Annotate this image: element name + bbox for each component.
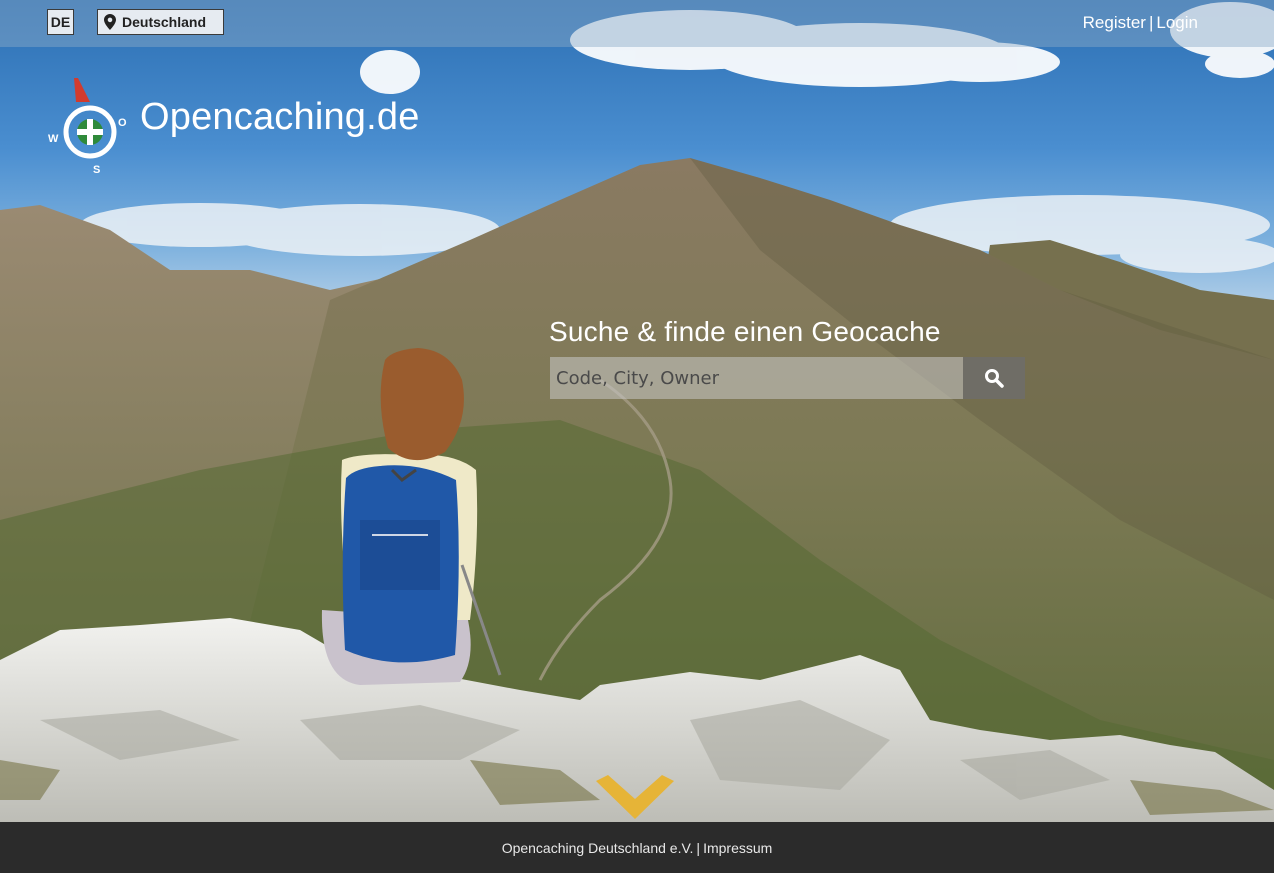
country-label: Deutschland bbox=[122, 14, 207, 30]
login-link[interactable]: Login bbox=[1156, 13, 1198, 32]
search-button[interactable] bbox=[963, 357, 1025, 399]
compass-east-letter: O bbox=[118, 117, 127, 129]
language-label: DE bbox=[50, 14, 71, 30]
top-bar: DE Deutschland Register | Login bbox=[0, 0, 1274, 47]
logo-text: Opencaching.de bbox=[140, 95, 420, 138]
search-icon bbox=[985, 369, 1004, 388]
footer: Opencaching Deutschland e.V. | Impressum bbox=[0, 822, 1274, 873]
footer-org-link[interactable]: Opencaching Deutschland e.V. bbox=[502, 840, 694, 856]
footer-imprint-link[interactable]: Impressum bbox=[703, 840, 772, 856]
country-selector-button[interactable]: Deutschland bbox=[97, 9, 224, 35]
auth-links: Register | Login bbox=[1083, 13, 1198, 33]
compass-logo-icon: W O S bbox=[48, 78, 127, 176]
footer-separator: | bbox=[696, 839, 701, 856]
language-selector-button[interactable]: DE bbox=[47, 9, 74, 35]
search-heading: Suche & finde einen Geocache bbox=[549, 316, 941, 347]
chevron-down-icon[interactable] bbox=[594, 775, 676, 821]
map-marker-icon bbox=[104, 14, 116, 30]
compass-west-letter: W bbox=[48, 133, 59, 145]
compass-south-letter: S bbox=[93, 164, 100, 176]
site-logo[interactable]: W O S Opencaching.de bbox=[46, 76, 420, 176]
search-input[interactable] bbox=[550, 357, 963, 399]
auth-separator: | bbox=[1148, 13, 1154, 32]
register-link[interactable]: Register bbox=[1083, 13, 1146, 32]
